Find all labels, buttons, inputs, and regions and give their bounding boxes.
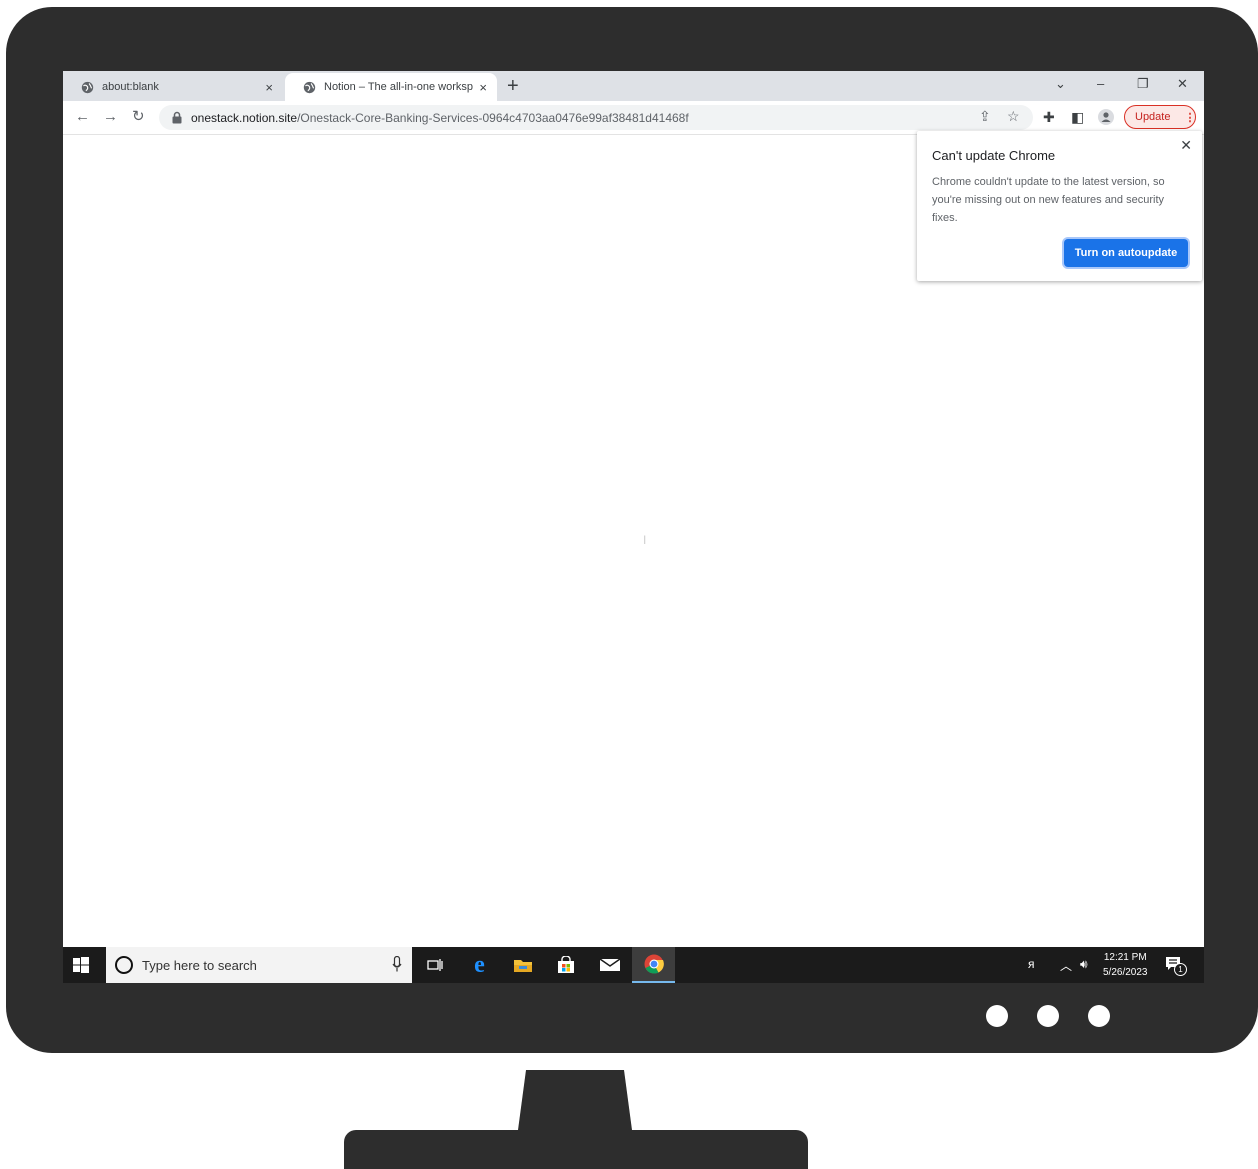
- tab-close-icon[interactable]: ×: [479, 80, 487, 95]
- restore-button[interactable]: ❐: [1137, 74, 1149, 94]
- clock-date: 5/26/2023: [1103, 967, 1148, 978]
- tray-chevron-up-icon[interactable]: ︿: [1060, 957, 1072, 974]
- tab-search-chevron-icon[interactable]: ⌄: [1055, 74, 1066, 94]
- cortana-circle-icon: [115, 956, 133, 974]
- menu-kebab-icon: ⋮: [1184, 111, 1195, 124]
- extensions-puzzle-icon[interactable]: ✚: [1043, 109, 1055, 126]
- monitor-neck: [518, 1070, 632, 1130]
- screen: about:blank × Notion – The all-in-one wo…: [63, 71, 1204, 983]
- monitor-button-1: [986, 1005, 1008, 1027]
- lock-icon[interactable]: [171, 111, 183, 124]
- microsoft-store-icon[interactable]: [544, 947, 587, 983]
- taskbar-search-box[interactable]: Type here to search: [106, 947, 412, 983]
- share-icon[interactable]: ⇪: [979, 108, 991, 125]
- address-bar[interactable]: onestack.notion.site/Onestack-Core-Banki…: [159, 105, 1033, 130]
- system-clock[interactable]: 12:21 PM 5/26/2023: [1103, 950, 1148, 980]
- reload-icon[interactable]: ↻: [132, 107, 145, 127]
- tab-title: about:blank: [102, 81, 159, 93]
- tab-about-blank[interactable]: about:blank ×: [63, 73, 283, 101]
- tab-close-icon[interactable]: ×: [265, 80, 273, 95]
- edge-browser-icon[interactable]: e: [458, 947, 501, 983]
- microphone-icon[interactable]: [392, 956, 402, 972]
- volume-speaker-icon[interactable]: 🔊︎: [1080, 957, 1088, 972]
- notification-count-badge: 1: [1174, 963, 1187, 976]
- globe-icon: [303, 81, 316, 93]
- url-text: onestack.notion.site/Onestack-Core-Banki…: [191, 111, 689, 125]
- forward-arrow-icon[interactable]: →: [103, 107, 118, 127]
- update-failed-bubble: ✕ Can't update Chrome Chrome couldn't up…: [917, 131, 1202, 281]
- monitor-button-3: [1088, 1005, 1110, 1027]
- popup-title: Can't update Chrome: [932, 148, 1056, 163]
- tab-strip: about:blank × Notion – The all-in-one wo…: [63, 71, 1204, 101]
- task-view-icon[interactable]: [413, 947, 456, 983]
- profile-avatar-icon[interactable]: [1098, 109, 1114, 125]
- monitor-button-2: [1037, 1005, 1059, 1027]
- popup-body: Chrome couldn't update to the latest ver…: [932, 176, 1165, 224]
- url-path: /Onestack-Core-Banking-Services-0964c470…: [297, 110, 689, 125]
- tab-notion[interactable]: Notion – The all-in-one workspace ×: [285, 73, 497, 101]
- tab-title: Notion – The all-in-one workspace: [324, 81, 473, 93]
- mail-icon[interactable]: [588, 947, 631, 983]
- minimize-button[interactable]: –: [1097, 74, 1104, 94]
- url-domain: onestack.notion.site: [191, 110, 298, 125]
- back-arrow-icon[interactable]: ←: [75, 107, 90, 127]
- file-explorer-icon[interactable]: [501, 947, 544, 983]
- windows-taskbar: Type here to search e ᴙ ︿ 🔊︎ 12:21 PM 5/…: [63, 947, 1204, 983]
- bookmark-star-icon[interactable]: ☆: [1007, 108, 1020, 125]
- turn-on-autoupdate-button[interactable]: Turn on autoupdate: [1064, 239, 1188, 267]
- browser-toolbar: ← → ↻ onestack.notion.site/Onestack-Core…: [63, 101, 1204, 135]
- clock-time: 12:21 PM: [1103, 952, 1147, 963]
- monitor-base: [344, 1130, 808, 1169]
- action-center-icon[interactable]: 1: [1165, 956, 1187, 977]
- search-placeholder: Type here to search: [142, 957, 257, 973]
- update-label: Update: [1135, 111, 1171, 123]
- side-panel-icon[interactable]: ◧: [1071, 109, 1084, 126]
- windows-start-icon[interactable]: [73, 957, 89, 973]
- update-button[interactable]: Update ⋮: [1124, 105, 1196, 129]
- globe-icon: [81, 81, 94, 93]
- chrome-taskbar-icon[interactable]: [632, 947, 675, 983]
- people-icon[interactable]: ᴙ: [1028, 957, 1035, 971]
- close-window-button[interactable]: ✕: [1177, 74, 1188, 94]
- new-tab-button[interactable]: +: [507, 75, 519, 97]
- popup-close-icon[interactable]: ✕: [1180, 137, 1192, 154]
- text-cursor-icon: I: [643, 533, 647, 547]
